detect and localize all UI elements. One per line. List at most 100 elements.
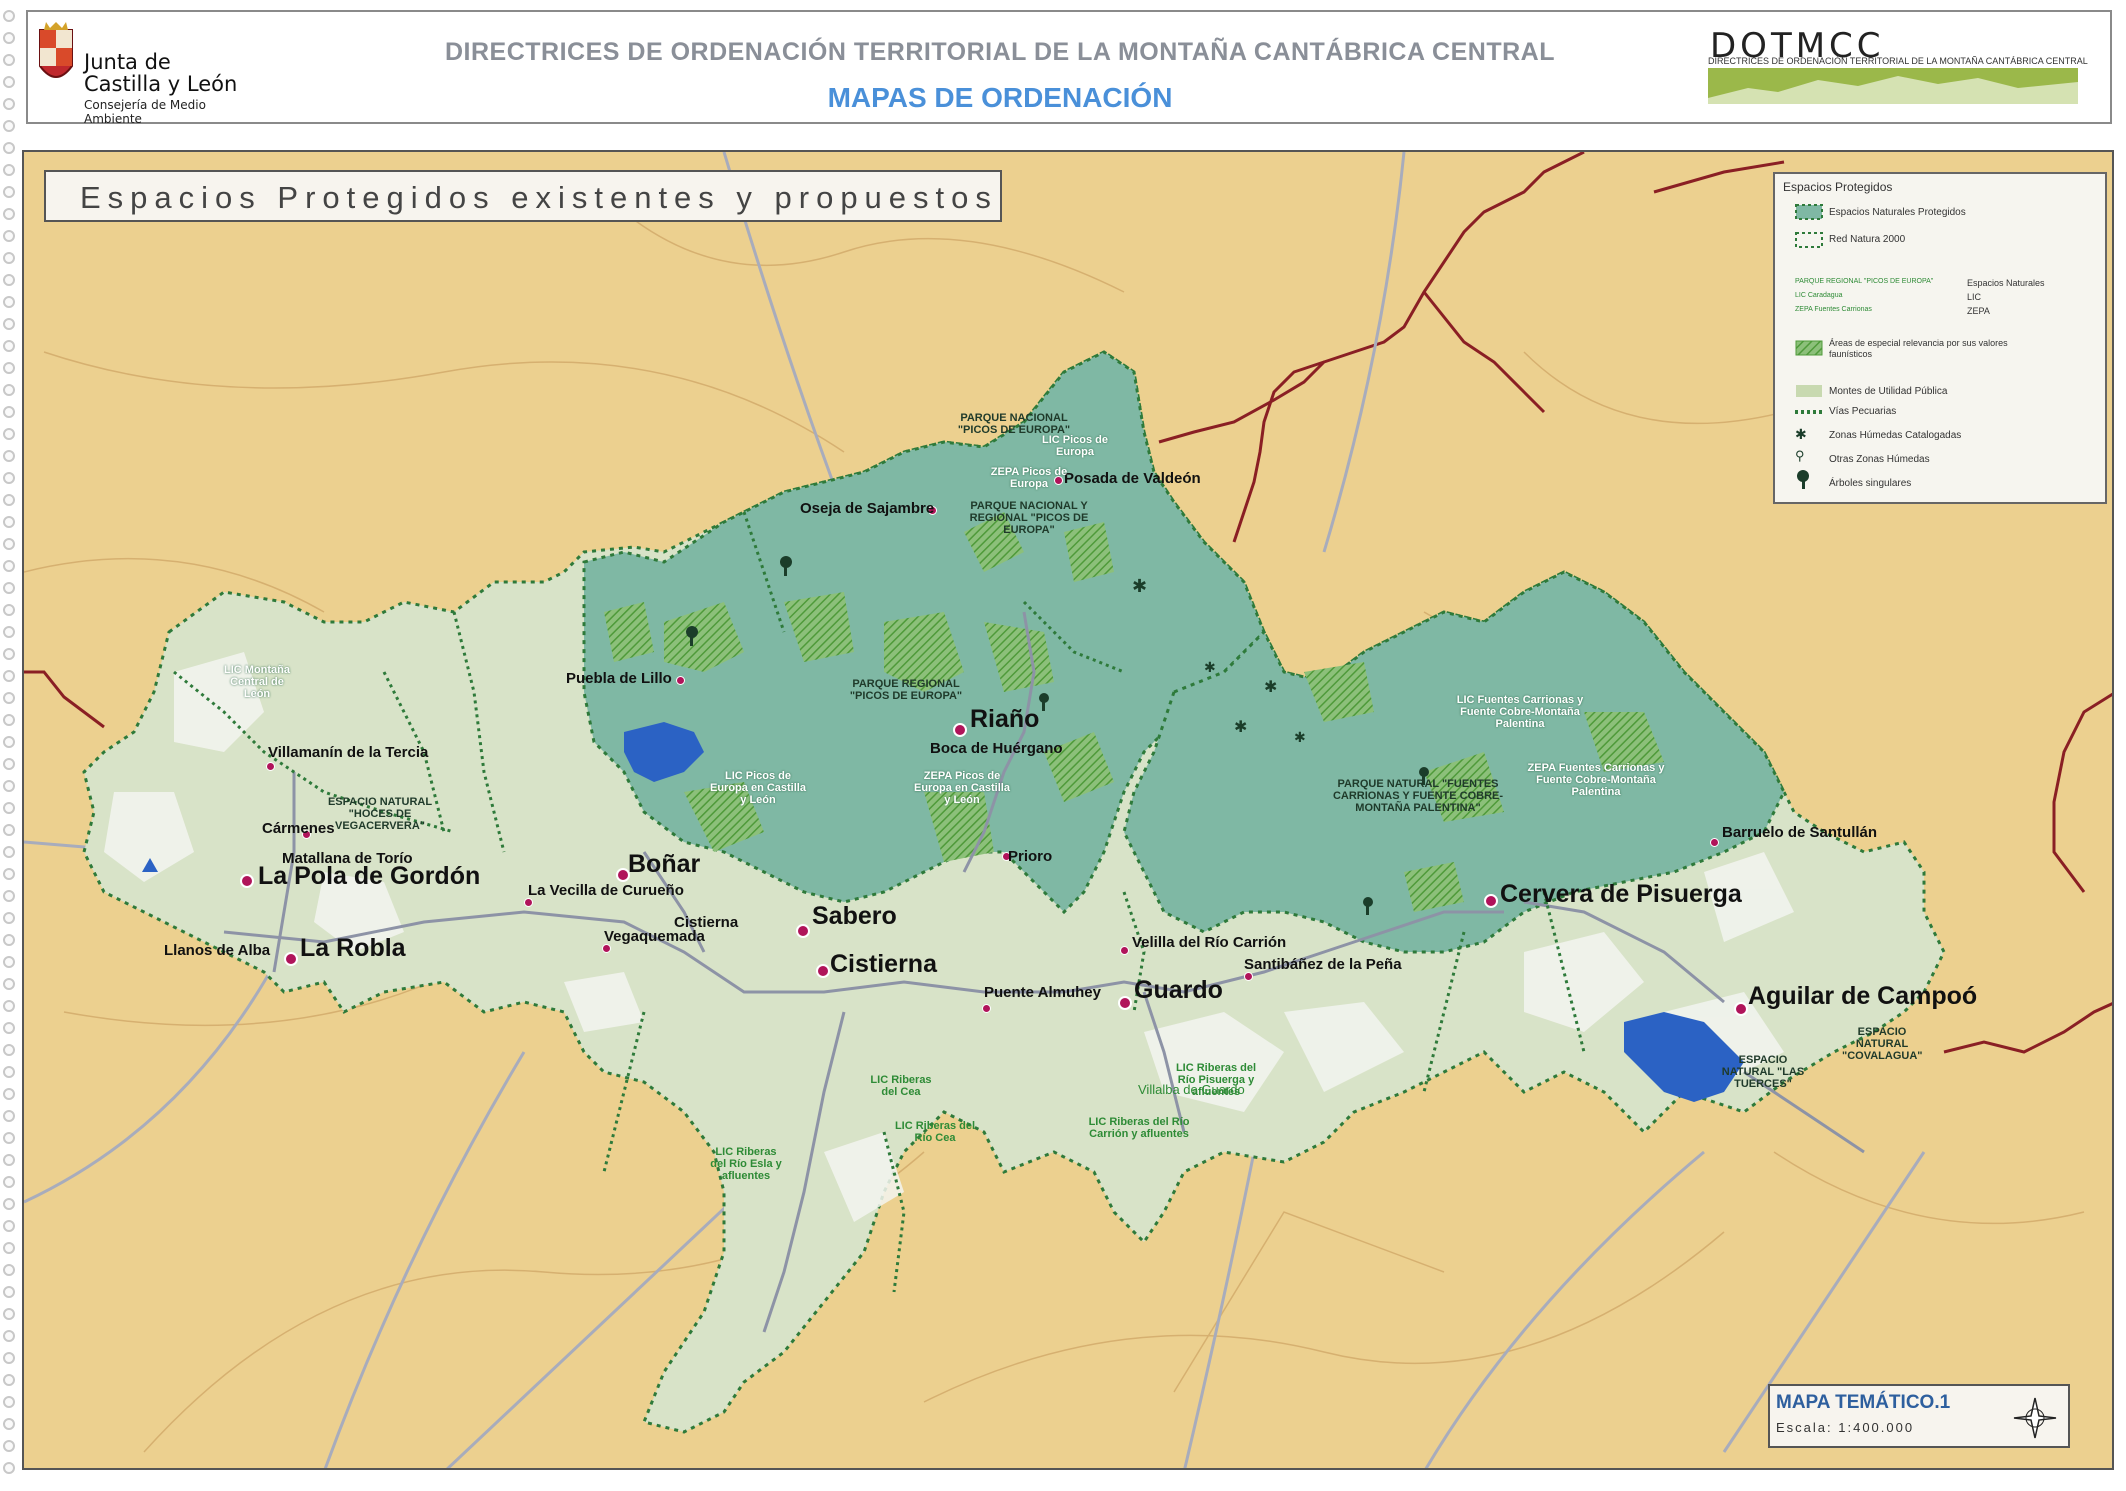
binding-ring (3, 1462, 15, 1474)
town-label-puebla-lillo: Puebla de Lillo (566, 670, 672, 687)
label-zepa-fuentes: ZEPA Fuentes Carrionas y Fuente Cobre-Mo… (1527, 762, 1665, 798)
town-label-prioro: Prioro (1008, 848, 1053, 865)
town-label-olleros: Cistierna (674, 914, 739, 931)
legend-item-mup: Montes de Utilidad Pública (1829, 386, 1948, 397)
binding-ring (3, 1440, 15, 1452)
light-green-fill-icon (1796, 385, 1822, 397)
org-line-2: Castilla y León (84, 72, 238, 96)
binding-ring (3, 54, 15, 66)
binding-ring (3, 362, 15, 374)
binding-ring (3, 846, 15, 858)
binding-ring (3, 648, 15, 660)
binding-ring (3, 736, 15, 748)
town-marker (1484, 894, 1498, 908)
binding-ring (3, 692, 15, 704)
binding-ring (3, 1154, 15, 1166)
binding-ring (3, 318, 15, 330)
binding-ring (3, 1044, 15, 1056)
binding-ring (3, 230, 15, 242)
brand-subtitle: DIRECTRICES DE ORDENACIÓN TERRITORIAL DE… (1708, 56, 2088, 66)
town-marker (240, 874, 254, 888)
town-label-la-robla: La Robla (300, 934, 406, 962)
binding-ring (3, 890, 15, 902)
document-title: DIRECTRICES DE ORDENACIÓN TERRITORIAL DE… (445, 38, 1555, 66)
map-title: Espacios Protegidos existentes y propues… (80, 180, 998, 215)
dashed-green-box-icon (1795, 204, 1823, 220)
binding-ring (3, 1220, 15, 1232)
dotmcc-logo: DOTMCC DIRECTRICES DE ORDENACIÓN TERRITO… (1708, 26, 2088, 104)
label-lic-montana: LIC Montaña Central de León (224, 664, 290, 700)
town-marker-small (266, 762, 275, 771)
binding-ring (3, 406, 15, 418)
town-label-riano: Riaño (970, 705, 1040, 733)
map-title-box: Espacios Protegidos existentes y propues… (44, 170, 1002, 222)
binding-ring (3, 868, 15, 880)
binding-ring (3, 274, 15, 286)
binding-ring (3, 1418, 15, 1430)
legend-item-enp: Espacios Naturales Protegidos (1829, 207, 1966, 218)
label-lic-riberas-pisuerga: LIC Riberas del Río Pisuerga y afluentes (1175, 1062, 1257, 1098)
label-en-vegacervera: ESPACIO NATURAL "HOCES DE VEGACERVERA" (327, 796, 433, 832)
town-marker-small (1120, 946, 1129, 955)
binding-ring (3, 1330, 15, 1342)
label-lic-picos: LIC Picos de Europa (1041, 434, 1109, 458)
binding-ring (3, 1264, 15, 1276)
svg-text:✱: ✱ (1264, 679, 1277, 696)
legend-sample-lic: LIC Caradagua (1795, 292, 1843, 299)
label-en-covalagua: ESPACIO NATURAL "COVALAGUA" (1842, 1026, 1923, 1062)
binding-ring (3, 604, 15, 616)
legend-value-en: Espacios Naturales (1967, 278, 2045, 288)
binding-ring (3, 1286, 15, 1298)
tree-icon (1797, 470, 1809, 489)
town-marker (816, 964, 830, 978)
label-pn-picos: PARQUE NACIONAL "PICOS DE EUROPA" (957, 412, 1071, 436)
town-label-aguilar: Aguilar de Campoó (1748, 982, 1978, 1010)
legend-sample-zepa: ZEPA Fuentes Carrionas (1795, 306, 1872, 313)
town-label-santibanez: Santibáñez de la Peña (1244, 956, 1402, 973)
mountain-silhouette-icon (1708, 76, 2078, 104)
binding-ring (3, 1000, 15, 1012)
binding-ring (3, 912, 15, 924)
binding-ring (3, 428, 15, 440)
town-label-matallana: Matallana de Torío (282, 850, 413, 867)
dashed-green-box-icon (1795, 232, 1823, 248)
binding-ring (3, 120, 15, 132)
binding-ring (3, 1242, 15, 1254)
town-label-oseja: Oseja de Sajambre (800, 500, 935, 517)
document-subtitle: MAPAS DE ORDENACIÓN (827, 82, 1173, 113)
map-legend: Espacios Protegidos Espacios Naturales P… (1773, 172, 2107, 504)
label-zepa-picos-cyl: ZEPA Picos de Europa en Castilla y León (914, 770, 1010, 806)
legend-item-fauna: Áreas de especial relevancia por sus val… (1829, 338, 2008, 359)
town-marker (284, 952, 298, 966)
town-marker-small (676, 676, 685, 685)
binding-ring (3, 296, 15, 308)
label-lic-riberas-cea: LIC Riberas del Cea (870, 1074, 932, 1098)
binding-ring (3, 164, 15, 176)
town-marker-small (524, 898, 533, 907)
town-marker-small (1244, 972, 1253, 981)
marsh-small-icon: ⚲ (1795, 448, 1805, 463)
binding-ring (3, 1352, 15, 1364)
binding-ring (3, 1308, 15, 1320)
town-label-barruelo: Barruelo de Santullán (1722, 824, 1878, 841)
town-marker-small (1710, 838, 1719, 847)
org-department: Consejería de Medio Ambiente (84, 98, 206, 126)
town-marker-small (982, 1004, 991, 1013)
legend-item-trees: Árboles singulares (1829, 478, 1912, 489)
map-id-label: MAPA TEMÁTICO.1 (1776, 1392, 1951, 1413)
binding-ring (3, 1066, 15, 1078)
town-label-puente-almuhey: Puente Almuhey (984, 984, 1101, 1001)
binding-ring (3, 340, 15, 352)
compass-rose-icon (2013, 1397, 2057, 1439)
svg-text:✱: ✱ (1132, 576, 1147, 596)
town-label-villamanin: Villamanín de la Tercia (268, 744, 429, 761)
binding-ring (3, 384, 15, 396)
town-marker (1118, 996, 1132, 1010)
binding-ring (3, 582, 15, 594)
svg-text:✱: ✱ (1294, 729, 1306, 745)
binding-ring (3, 472, 15, 484)
legend-item-natura: Red Natura 2000 (1829, 234, 1906, 245)
svg-text:✱: ✱ (1234, 719, 1247, 736)
legend-title: Espacios Protegidos (1783, 180, 1893, 194)
brand-band (1708, 68, 2078, 104)
